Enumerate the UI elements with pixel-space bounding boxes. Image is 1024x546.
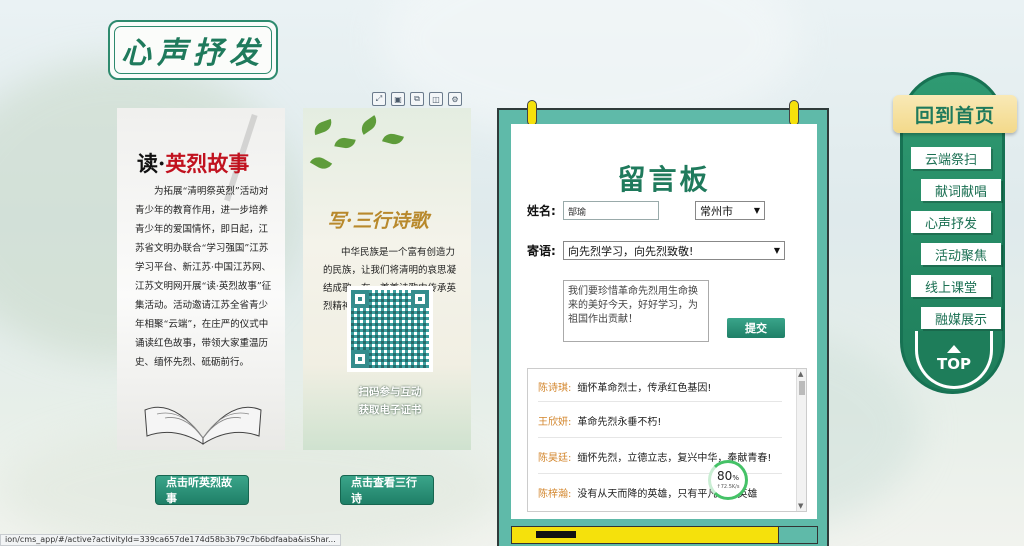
qr-caption: 扫码参与互动 获取电子证书 — [353, 383, 427, 419]
list-item: 王欣妍: 革命先烈永垂不朽! — [538, 413, 661, 428]
name-field[interactable]: 郜瑜 — [563, 201, 659, 220]
scroll-down-icon[interactable]: ▼ — [798, 502, 803, 510]
speed-percent-value: 80 — [717, 469, 733, 483]
speed-rate: ↑72.5K/s — [716, 484, 740, 490]
qr-caption-line1: 扫码参与互动 — [358, 386, 422, 398]
listen-stories-button[interactable]: 点击听英烈故事 — [155, 475, 249, 505]
nav-item-media-showcase[interactable]: 融媒展示 — [921, 307, 1001, 329]
city-select[interactable]: 常州市 ▼ — [695, 201, 765, 220]
home-button[interactable]: 回到首页 — [893, 95, 1017, 133]
copy-icon[interactable]: ⧉ — [410, 92, 424, 106]
leaf-decoration — [382, 131, 404, 147]
open-book-icon — [144, 406, 262, 445]
leaf-decoration — [311, 118, 335, 136]
poem-card[interactable]: 写·三行诗歌 中华民族是一个富有创造力的民族，让我们将清明的哀思凝结成歌，在一首… — [303, 108, 471, 450]
submit-button[interactable]: 提交 — [727, 318, 785, 338]
section-title: 心声抒发 — [121, 36, 265, 71]
chevron-down-icon: ▼ — [753, 206, 760, 215]
bar-slot — [536, 531, 576, 538]
message-list[interactable]: 陈诗琪: 缅怀革命烈士，传承红色基因! 王欣妍: 革命先烈永垂不朽! 陈昊廷: 缅怀先… — [527, 368, 807, 512]
bar-slot — [778, 526, 818, 544]
view-poems-button[interactable]: 点击查看三行诗 — [340, 475, 434, 505]
divider — [538, 401, 782, 402]
clip-icon — [789, 100, 799, 126]
nav-item-online-class[interactable]: 线上课堂 — [911, 275, 991, 297]
scroll-up-icon[interactable]: ▲ — [798, 370, 803, 378]
message-author: 王欣妍: — [538, 417, 572, 428]
share-icon[interactable]: ⤢ — [372, 92, 386, 106]
speed-percent: 80% — [717, 470, 739, 484]
nav-item-voices[interactable]: 心声抒发 — [911, 211, 991, 233]
board-bottom-bar — [511, 526, 818, 544]
image-toolbar: ⤢ ▣ ⧉ ◫ ⚙ — [372, 92, 462, 106]
layers-icon[interactable]: ◫ — [429, 92, 443, 106]
divider — [538, 437, 782, 438]
save-icon[interactable]: ▣ — [391, 92, 405, 106]
message-board-panel: 留言板 姓名: 郜瑜 常州市 ▼ 寄语: 向先烈学习，向先烈致敬! ▼ 我们要珍惜革… — [511, 124, 817, 519]
message-text: 缅怀先烈，立德立志，复兴中华，奉献青春! — [577, 453, 772, 464]
qr-code — [347, 286, 433, 372]
side-nav: 回到首页 云端祭扫 献词献唱 心声抒发 活动聚焦 线上课堂 融媒展示 TOP — [893, 72, 1017, 394]
message-text: 缅怀革命烈士，传承红色基因! — [577, 383, 712, 394]
list-item: 陈诗琪: 缅怀革命烈士，传承红色基因! — [538, 379, 711, 394]
leaf-decoration — [309, 153, 333, 173]
arrow-up-icon — [947, 344, 961, 353]
nav-item-cloud-memorial[interactable]: 云端祭扫 — [911, 147, 991, 169]
network-speed-widget[interactable]: 80% ↑72.5K/s — [708, 460, 748, 500]
message-author: 陈梓瀚: — [538, 489, 572, 500]
message-board: 留言板 姓名: 郜瑜 常州市 ▼ 寄语: 向先烈学习，向先烈致敬! ▼ 我们要珍惜革… — [497, 100, 829, 546]
board-title: 留言板 — [617, 163, 711, 196]
card1-title-prefix: 读· — [137, 151, 166, 176]
message-select[interactable]: 向先烈学习，向先烈致敬! ▼ — [563, 241, 785, 260]
section-title-plaque: 心声抒发 — [108, 20, 278, 80]
speed-percent-unit: % — [732, 474, 739, 482]
chevron-down-icon: ▼ — [773, 246, 780, 255]
settings-icon[interactable]: ⚙ — [448, 92, 462, 106]
name-label: 姓名: — [527, 204, 556, 218]
nav-item-activity-focus[interactable]: 活动聚焦 — [921, 243, 1001, 265]
card2-title: 写·三行诗歌 — [327, 210, 429, 232]
scrollbar-thumb[interactable] — [799, 381, 805, 395]
clip-icon — [527, 100, 537, 126]
qr-caption-line2: 获取电子证书 — [358, 404, 422, 416]
card1-body: 为拓展“清明祭英烈”活动对青少年的教育作用，进一步培养青少年的爱国情怀，即日起，… — [135, 186, 272, 368]
card1-title-highlight: 英烈故事 — [165, 151, 250, 176]
back-to-top-button[interactable]: TOP — [915, 331, 993, 389]
top-label: TOP — [937, 354, 971, 373]
card1-title: 读·英烈故事 — [137, 148, 249, 178]
status-url: ion/cms_app/#/active?activityId=339ca657… — [0, 534, 341, 546]
message-text: 革命先烈永垂不朽! — [577, 417, 662, 428]
city-select-value: 常州市 — [700, 204, 733, 218]
leaf-decoration — [357, 115, 381, 135]
leaf-decoration — [334, 136, 356, 150]
message-label: 寄语: — [527, 244, 556, 258]
message-select-value: 向先烈学习，向先烈致敬! — [568, 244, 694, 258]
message-textarea[interactable]: 我们要珍惜革命先烈用生命换来的美好今天，好好学习，为祖国作出贡献！ — [563, 280, 709, 342]
message-author: 陈昊廷: — [538, 453, 572, 464]
hero-stories-card[interactable]: 读·英烈故事 为拓展“清明祭英烈”活动对青少年的教育作用，进一步培养青少年的爱国… — [117, 108, 285, 450]
message-author: 陈诗琪: — [538, 383, 572, 394]
scrollbar[interactable]: ▲ ▼ — [796, 369, 806, 511]
nav-item-tribute-songs[interactable]: 献词献唱 — [921, 179, 1001, 201]
